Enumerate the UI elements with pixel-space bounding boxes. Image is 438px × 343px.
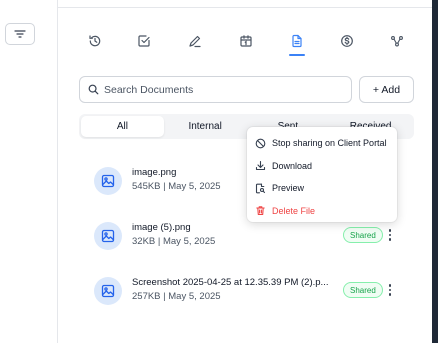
- document-row[interactable]: image (5).png 32KB | May 5, 2025 Shared: [94, 218, 414, 252]
- shared-badge: Shared: [343, 227, 383, 243]
- menu-item-label: Delete File: [272, 205, 316, 216]
- check-square-icon[interactable]: [135, 32, 153, 50]
- left-sidebar: [0, 0, 58, 343]
- pen-icon[interactable]: [186, 32, 204, 50]
- menu-item-label: Preview: [272, 183, 305, 194]
- document-meta: 545KB | May 5, 2025: [132, 181, 221, 192]
- document-meta: 32KB | May 5, 2025: [132, 236, 216, 247]
- segment-all[interactable]: All: [81, 116, 164, 137]
- preview-icon: [255, 183, 266, 194]
- document-name: Screenshot 2025-04-25 at 12.35.39 PM (2)…: [132, 277, 329, 288]
- document-icon[interactable]: [288, 32, 306, 50]
- document-name: image (5).png: [132, 222, 191, 233]
- menu-item-label: Stop sharing on Client Portal: [272, 138, 387, 149]
- download-icon: [255, 161, 266, 171]
- active-tab-indicator: [289, 54, 305, 56]
- share-nodes-icon[interactable]: [388, 32, 406, 50]
- menu-item-stop-sharing[interactable]: Stop sharing on Client Portal: [247, 132, 397, 155]
- right-edge-bar: [432, 0, 438, 343]
- block-icon: [255, 138, 266, 149]
- menu-item-preview[interactable]: Preview: [247, 177, 397, 200]
- dollar-icon[interactable]: [338, 32, 356, 50]
- search-field[interactable]: [79, 76, 352, 103]
- document-meta: 257KB | May 5, 2025: [132, 291, 221, 302]
- filter-icon: [14, 30, 26, 38]
- file-context-menu: Stop sharing on Client Portal Download P…: [247, 127, 397, 222]
- search-icon: [88, 84, 99, 95]
- menu-item-label: Download: [272, 160, 313, 171]
- menu-item-download[interactable]: Download: [247, 155, 397, 178]
- menu-item-delete[interactable]: Delete File: [247, 200, 397, 223]
- search-input[interactable]: [104, 83, 344, 96]
- more-options-icon[interactable]: [386, 281, 394, 299]
- image-file-icon: [94, 167, 122, 195]
- image-file-icon: [94, 277, 122, 305]
- add-button[interactable]: + Add: [359, 76, 414, 103]
- document-row[interactable]: Screenshot 2025-04-25 at 12.35.39 PM (2)…: [94, 273, 414, 307]
- filter-button[interactable]: [5, 23, 35, 45]
- segment-internal[interactable]: Internal: [164, 116, 247, 137]
- top-divider: [0, 0, 432, 8]
- trash-icon: [256, 206, 265, 216]
- shared-badge: Shared: [343, 282, 383, 298]
- image-file-icon: [94, 222, 122, 250]
- document-name: image.png: [132, 167, 177, 178]
- calendar-icon[interactable]: [237, 32, 255, 50]
- history-icon[interactable]: [86, 32, 104, 50]
- tool-tabs: [72, 28, 422, 56]
- more-options-icon[interactable]: [386, 226, 394, 244]
